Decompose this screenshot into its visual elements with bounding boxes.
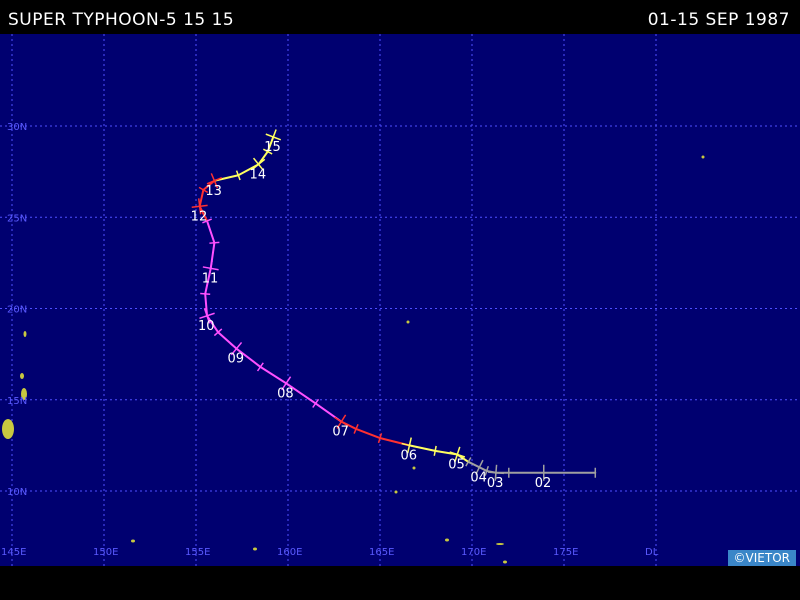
watermark-logo: ©VIETOR	[727, 550, 796, 566]
island	[412, 466, 416, 470]
day-label: 02	[535, 476, 552, 491]
lon-label: 160E	[277, 547, 302, 558]
day-label: 06	[400, 448, 417, 463]
lon-label: DL	[645, 547, 659, 558]
track-tick	[209, 241, 220, 244]
day-label: 10	[198, 319, 215, 334]
lon-label: 175E	[553, 547, 578, 558]
header-bar: SUPER TYPHOON-5 15 15 01-15 SEP 1987	[0, 0, 800, 34]
day-label: 08	[277, 386, 294, 401]
storm-title: SUPER TYPHOON-5 15 15	[8, 10, 235, 30]
date-range: 01-15 SEP 1987	[647, 10, 790, 30]
day-label: 07	[332, 425, 349, 440]
lon-label: 150E	[93, 547, 118, 558]
island	[496, 543, 504, 545]
day-label: 13	[205, 184, 222, 199]
island	[503, 560, 507, 564]
day-label: 12	[191, 209, 208, 224]
lon-label: 165E	[369, 547, 394, 558]
day-label: 14	[250, 167, 267, 182]
track-map: 02 0304 05 06 07 08 09 10 11 12 13 14 15 10N 15N 20N 25…	[0, 34, 800, 566]
day-label: 04	[470, 470, 487, 485]
ocean-background	[0, 34, 800, 566]
island	[253, 547, 257, 551]
lon-label: 145E	[1, 547, 26, 558]
island	[445, 538, 449, 542]
day-label: 03	[487, 476, 504, 491]
lat-label: 20N	[7, 305, 27, 316]
lon-label: 155E	[185, 547, 210, 558]
lat-label: 15N	[7, 396, 27, 407]
lat-label: 10N	[7, 487, 27, 498]
island	[20, 373, 24, 379]
footer-bar	[0, 566, 800, 600]
day-label: 09	[227, 352, 244, 367]
island	[23, 331, 27, 337]
lat-label: 25N	[7, 213, 27, 224]
lat-label: 30N	[7, 122, 27, 133]
island	[406, 320, 410, 324]
island	[701, 155, 705, 159]
day-label: 05	[448, 458, 465, 473]
island	[394, 490, 398, 494]
island	[2, 419, 14, 439]
island	[131, 539, 135, 543]
day-label: 15	[264, 140, 281, 155]
track-tick	[200, 292, 211, 296]
day-label: 11	[202, 271, 219, 286]
lon-label: 170E	[461, 547, 486, 558]
